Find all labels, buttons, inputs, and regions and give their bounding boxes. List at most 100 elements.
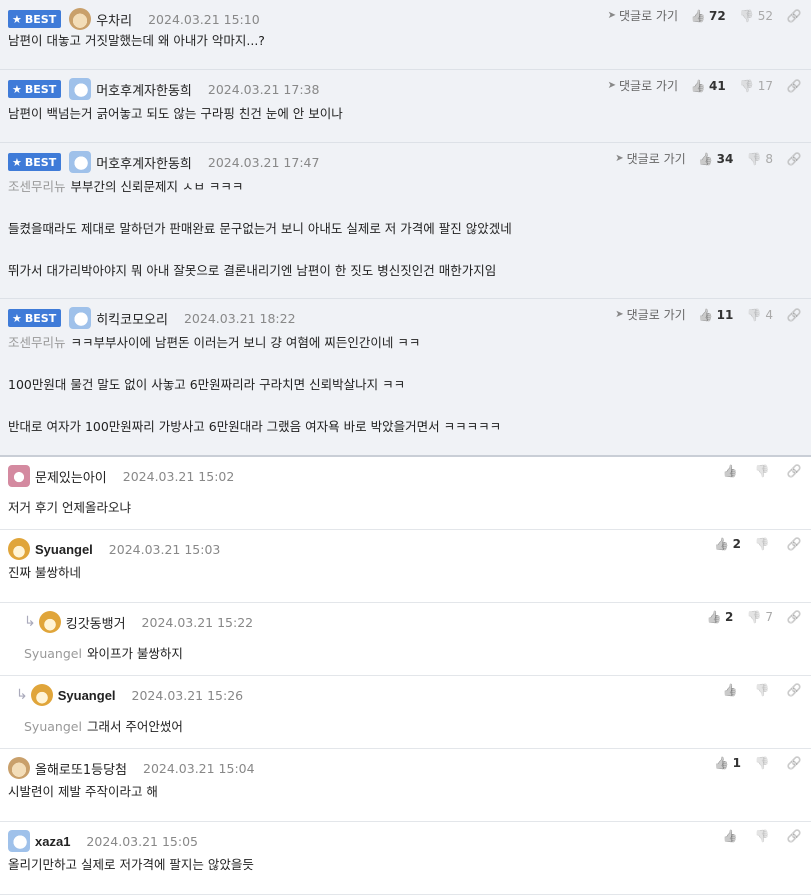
avatar[interactable] bbox=[69, 307, 92, 329]
downvote-button[interactable]: 👎 bbox=[755, 683, 773, 697]
avatar[interactable] bbox=[69, 151, 92, 173]
comment-header: ★ BEST 히킥코모오리 2024.03.21 18:22 bbox=[8, 307, 296, 329]
comment-text: 저거 후기 언제올라오냐 bbox=[8, 500, 131, 515]
reply-target[interactable]: Syuangel bbox=[24, 719, 82, 734]
nickname[interactable]: 히킥코모오리 bbox=[96, 309, 168, 328]
goto-comment-label: 댓글로 가기 bbox=[626, 152, 686, 166]
nickname[interactable]: 문제있는아이 bbox=[35, 467, 107, 486]
upvote-button[interactable]: 👍 11 bbox=[698, 308, 733, 322]
reply-target[interactable]: Syuangel bbox=[24, 646, 82, 661]
comment-header: ★ BEST 우차리 2024.03.21 15:10 bbox=[8, 8, 260, 30]
downvote-button[interactable]: 👎 52 bbox=[739, 8, 773, 23]
link-icon[interactable]: 🔗 bbox=[787, 308, 802, 322]
avatar[interactable] bbox=[38, 611, 61, 633]
link-icon[interactable]: 🔗 bbox=[787, 9, 802, 23]
avatar[interactable] bbox=[30, 684, 53, 706]
nickname[interactable]: 올해로또1등당첨 bbox=[35, 759, 127, 778]
avatar[interactable] bbox=[69, 8, 92, 30]
upvote-count: 41 bbox=[709, 78, 726, 93]
timestamp: 2024.03.21 18:22 bbox=[183, 310, 296, 326]
nickname[interactable]: xaza1 bbox=[35, 834, 70, 849]
reply-target[interactable]: 조센무리뉴 bbox=[8, 335, 66, 350]
goto-comment-link[interactable]: ➤ 댓글로 가기 bbox=[615, 150, 685, 167]
comment-line: 시발련이 제발 주작이라고 해 bbox=[8, 783, 803, 825]
downvote-button[interactable]: 👎 bbox=[755, 756, 773, 770]
timestamp: 2024.03.21 17:38 bbox=[207, 81, 320, 97]
goto-comment-link[interactable]: ➤ 댓글로 가기 bbox=[608, 77, 678, 94]
link-icon[interactable]: 🔗 bbox=[787, 79, 802, 93]
goto-comment-link[interactable]: ➤ 댓글로 가기 bbox=[608, 7, 678, 24]
goto-comment-label: 댓글로 가기 bbox=[619, 9, 679, 23]
thumbs-up-icon: 👍 bbox=[714, 756, 730, 770]
nickname[interactable]: 킹갓동뱅거 bbox=[66, 613, 126, 632]
upvote-button[interactable]: 👍 1 bbox=[714, 756, 741, 770]
send-icon: ➤ bbox=[607, 10, 616, 21]
downvote-button[interactable]: 👎 17 bbox=[739, 79, 773, 93]
comment-text: 부부간의 신뢰문제지 ㅅㅂ ㅋㅋㅋ bbox=[70, 179, 244, 194]
thumbs-down-icon: 👎 bbox=[754, 829, 770, 843]
comment-body: 조센무리뉴 부부간의 신뢰문제지 ㅅㅂ ㅋㅋㅋ 들켰을때라도 제대로 말하던가 판매… bbox=[8, 178, 803, 304]
comment-line: 뛰가서 대가리박아야지 뭐 아내 잘못으로 결론내리기엔 남편이 한 짓도 병신… bbox=[8, 262, 803, 304]
best-label: BEST bbox=[24, 311, 57, 325]
comment-line: 진짜 불쌍하네 bbox=[8, 564, 803, 606]
comment-body: 시발련이 제발 주작이라고 해 bbox=[8, 783, 803, 825]
downvote-button[interactable]: 👎 4 bbox=[747, 308, 773, 322]
upvote-button[interactable]: 👍 72 bbox=[691, 9, 726, 23]
link-icon[interactable]: 🔗 bbox=[787, 464, 802, 478]
avatar[interactable] bbox=[69, 78, 92, 100]
comment-line: 반대로 여자가 100만원짜리 가방사고 6만원대라 그랬음 여자욕 바로 박았… bbox=[8, 418, 803, 460]
link-icon[interactable]: 🔗 bbox=[787, 537, 802, 551]
downvote-button[interactable]: 👎 7 bbox=[747, 610, 773, 624]
reply-target[interactable]: 조센무리뉴 bbox=[8, 179, 66, 194]
avatar[interactable] bbox=[8, 830, 30, 852]
thumbs-down-icon: 👎 bbox=[739, 8, 755, 23]
thumbs-up-icon: 👍 bbox=[690, 8, 706, 23]
upvote-button[interactable]: 👍 2 bbox=[714, 537, 741, 551]
nickname[interactable]: 머호후계자한동희 bbox=[96, 153, 192, 172]
upvote-button[interactable]: 👍 bbox=[723, 829, 741, 843]
comment-text: 올리기만하고 실제로 저가격에 팔지는 않았을듯 bbox=[8, 857, 254, 872]
downvote-button[interactable]: 👎 bbox=[755, 829, 773, 843]
link-icon[interactable]: 🔗 bbox=[787, 152, 802, 166]
avatar[interactable] bbox=[8, 757, 30, 779]
timestamp: 2024.03.21 17:47 bbox=[207, 154, 320, 170]
link-icon[interactable]: 🔗 bbox=[787, 683, 802, 697]
comment-text: 남편이 대놓고 거짓말했는데 왜 아내가 악마지...? bbox=[8, 33, 265, 48]
star-icon: ★ bbox=[12, 12, 22, 26]
comment-line: 남편이 대놓고 거짓말했는데 왜 아내가 악마지...? bbox=[8, 32, 803, 74]
goto-comment-link[interactable]: ➤ 댓글로 가기 bbox=[615, 306, 685, 323]
nickname[interactable]: Syuangel bbox=[35, 542, 93, 557]
timestamp: 2024.03.21 15:04 bbox=[143, 760, 255, 776]
upvote-button[interactable]: 👍 2 bbox=[706, 610, 734, 624]
comment-actions: 👍 👎 🔗 bbox=[723, 683, 802, 697]
upvote-button[interactable]: 👍 41 bbox=[691, 79, 726, 93]
comment-header: xaza1 2024.03.21 15:05 bbox=[8, 830, 198, 852]
downvote-count: 7 bbox=[765, 610, 773, 624]
link-icon[interactable]: 🔗 bbox=[787, 610, 802, 624]
avatar[interactable] bbox=[8, 538, 30, 560]
best-badge: ★ BEST bbox=[8, 80, 62, 98]
link-icon[interactable]: 🔗 bbox=[787, 829, 802, 843]
thumbs-up-icon: 👍 bbox=[706, 610, 722, 624]
downvote-button[interactable]: 👎 8 bbox=[747, 152, 773, 166]
nickname[interactable]: 머호후계자한동희 bbox=[96, 80, 192, 99]
nickname[interactable]: Syuangel bbox=[58, 688, 116, 703]
best-comment: ★ BEST 머호후계자한동희 2024.03.21 17:47 ➤ 댓글로 가기 👍 34 👎… bbox=[0, 143, 811, 299]
nickname[interactable]: 우차리 bbox=[96, 10, 132, 29]
timestamp: 2024.03.21 15:26 bbox=[131, 687, 244, 703]
thumbs-up-icon: 👍 bbox=[690, 78, 706, 93]
upvote-button[interactable]: 👍 34 bbox=[698, 152, 733, 166]
comment-line: 남편이 백넘는거 긁어놓고 되도 않는 구라핑 친건 눈에 안 보이나 bbox=[8, 105, 803, 147]
reply-comment: ↳ Syuangel 2024.03.21 15:26 👍 👎 🔗 Syuangel 그래서 … bbox=[0, 676, 811, 749]
upvote-button[interactable]: 👍 bbox=[723, 464, 741, 478]
downvote-button[interactable]: 👎 bbox=[755, 537, 773, 551]
thumbs-down-icon: 👎 bbox=[754, 464, 770, 478]
avatar[interactable] bbox=[8, 465, 30, 487]
comment-header: ↳ 킹갓동뱅거 2024.03.21 15:22 bbox=[24, 611, 253, 633]
goto-comment-label: 댓글로 가기 bbox=[619, 79, 679, 93]
link-icon[interactable]: 🔗 bbox=[787, 756, 802, 770]
upvote-button[interactable]: 👍 bbox=[723, 683, 741, 697]
comment-line: 100만원대 물건 말도 없이 사놓고 6만원짜리라 구라치면 신뢰박살나지 ㅋ… bbox=[8, 376, 803, 418]
downvote-button[interactable]: 👎 bbox=[755, 464, 773, 478]
thumbs-up-icon: 👍 bbox=[714, 537, 730, 551]
